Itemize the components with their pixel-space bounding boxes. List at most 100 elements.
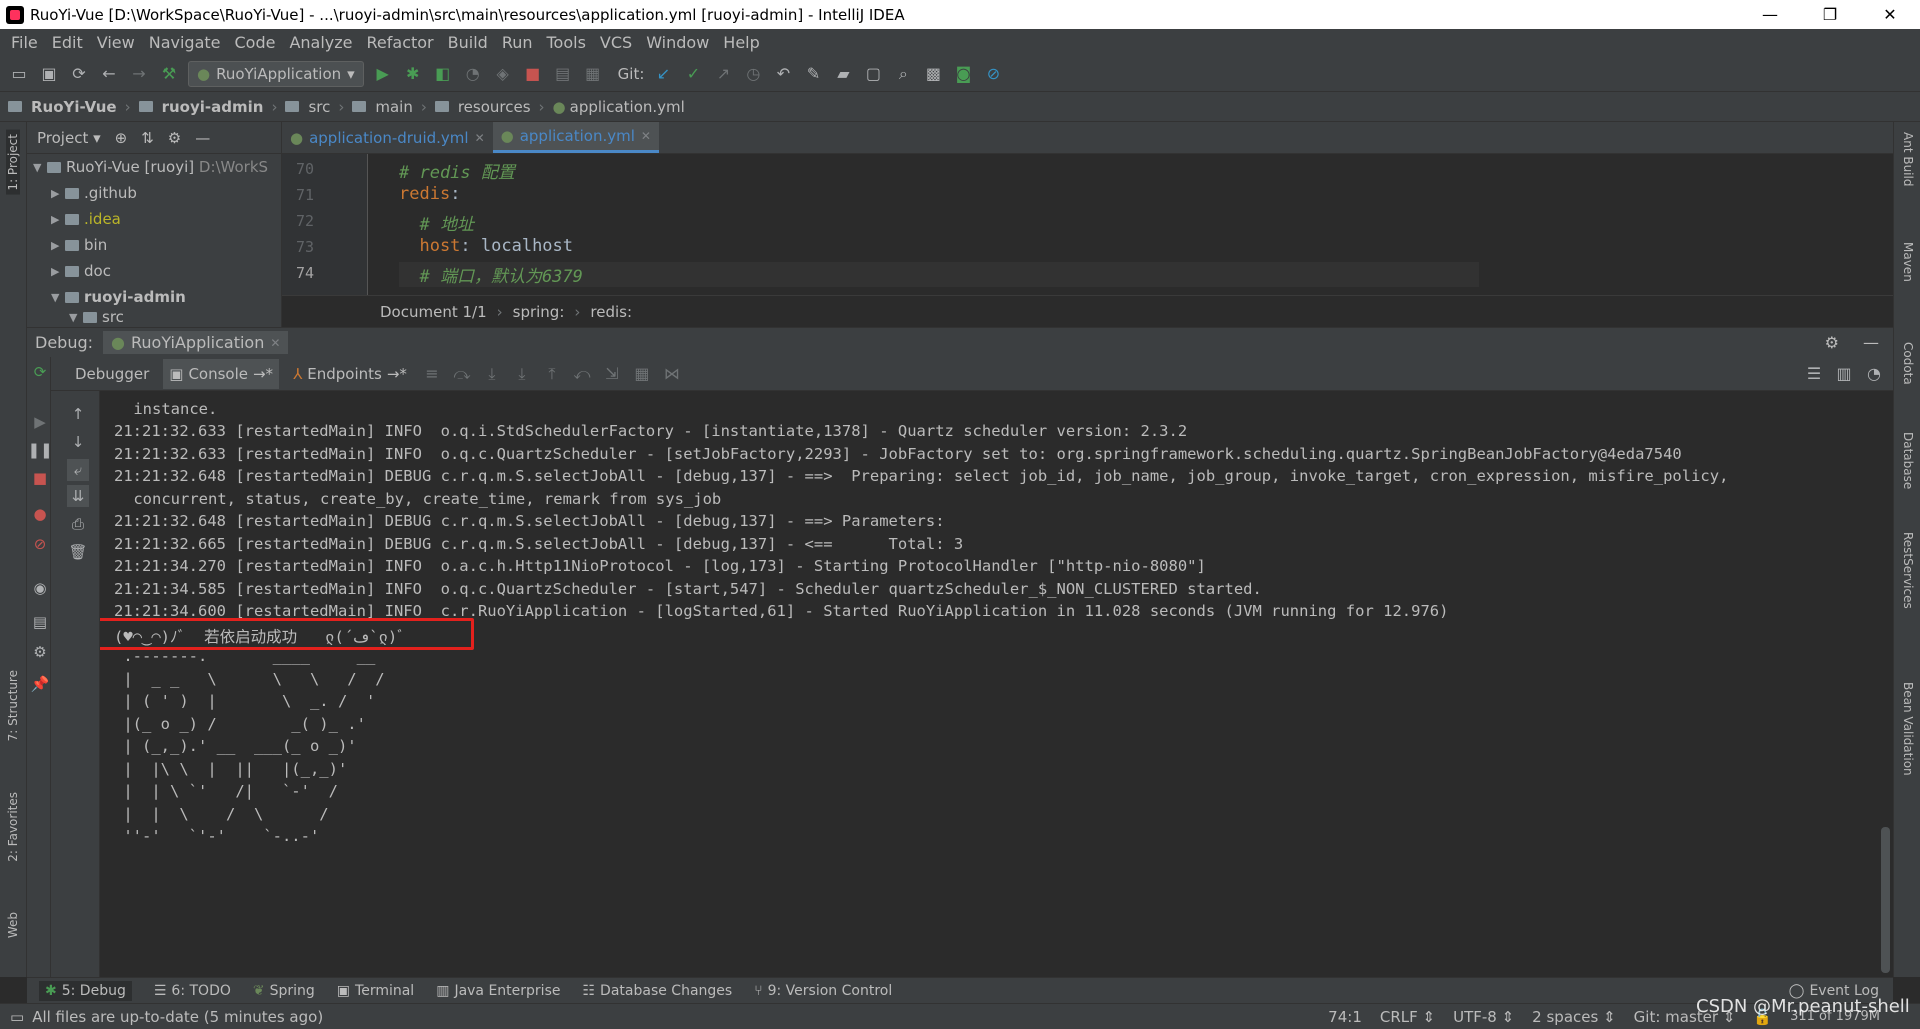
tool-tab-codota[interactable]: Codota xyxy=(1901,342,1915,385)
restore-button[interactable]: ❐ xyxy=(1800,0,1860,29)
crumb-redis[interactable]: redis: xyxy=(590,303,632,321)
indent-setting[interactable]: 2 spaces ⇕ xyxy=(1532,1008,1615,1026)
minimize-button[interactable]: — xyxy=(1740,0,1800,29)
run-configuration-select[interactable]: ● RuoYiApplication ▾ xyxy=(188,60,364,87)
file-encoding[interactable]: UTF-8 ⇕ xyxy=(1453,1008,1514,1026)
breadcrumb-file[interactable]: application.yml xyxy=(570,98,685,116)
close-tab-icon[interactable]: ✕ xyxy=(641,129,651,143)
scrollbar-thumb[interactable] xyxy=(1881,827,1890,973)
forward-icon[interactable]: → xyxy=(128,63,150,85)
debug-icon[interactable]: ✱ xyxy=(402,63,424,85)
stop-icon[interactable]: ■ xyxy=(522,63,544,85)
soft-wrap-icon[interactable]: ⤶ xyxy=(67,459,89,481)
status-message[interactable]: All files are up-to-date (5 minutes ago) xyxy=(32,1008,323,1026)
editor-tab-application-druid[interactable]: ● application-druid.yml ✕ xyxy=(282,122,493,153)
terminal-window-icon[interactable]: ▢ xyxy=(862,63,884,85)
editor-tab-application[interactable]: ● application.yml ✕ xyxy=(492,122,659,153)
back-icon[interactable]: ← xyxy=(98,63,120,85)
close-button[interactable]: ✕ xyxy=(1860,0,1920,29)
menu-view[interactable]: View xyxy=(90,33,142,52)
frames-icon[interactable]: ≡ xyxy=(421,363,443,385)
tool-tab-database-changes[interactable]: ☷ Database Changes xyxy=(582,983,732,999)
console-output[interactable]: instance. 21:21:32.633 [restartedMain] I… xyxy=(100,391,1878,977)
tool-tab-bean-validation[interactable]: Bean Validation xyxy=(1901,682,1915,776)
breadcrumb-main[interactable]: main xyxy=(375,98,412,116)
stop-icon[interactable]: ■ xyxy=(29,467,51,489)
chevron-right-icon[interactable]: ▶ xyxy=(51,187,65,200)
open-folder-icon[interactable]: ▭ xyxy=(8,63,30,85)
crumb-spring[interactable]: spring: xyxy=(513,303,565,321)
build-hammer-icon[interactable]: ⚒ xyxy=(158,63,180,85)
attach-icon[interactable]: ◈ xyxy=(492,63,514,85)
scroll-down-icon[interactable]: ↓ xyxy=(67,431,89,453)
tool-tab-database[interactable]: Database xyxy=(1901,432,1915,489)
step-into-icon[interactable]: ⤓ xyxy=(481,363,503,385)
project-panel-title[interactable]: Project ▾ xyxy=(37,129,101,147)
run-icon[interactable]: ▶ xyxy=(372,63,394,85)
tool-tab-todo[interactable]: ☰ 6: TODO xyxy=(154,983,231,999)
task-icon[interactable]: ▩ xyxy=(922,63,944,85)
scroll-up-icon[interactable]: ↑ xyxy=(67,403,89,425)
chevron-right-icon[interactable]: ▶ xyxy=(51,213,65,226)
trace-icon[interactable]: ⋈ xyxy=(661,363,683,385)
tree-item-idea[interactable]: ▶ .idea xyxy=(27,206,281,232)
settings-wrench-icon[interactable]: ✎ xyxy=(802,63,824,85)
rerun-icon[interactable]: ⟳ xyxy=(29,361,51,383)
pause-icon[interactable]: ❚❚ xyxy=(27,439,52,461)
line-separator[interactable]: CRLF ⇕ xyxy=(1380,1008,1435,1026)
breadcrumb-module[interactable]: ruoyi-admin xyxy=(162,98,264,116)
resume-icon[interactable]: ▶ xyxy=(29,411,51,433)
menu-refactor[interactable]: Refactor xyxy=(360,33,441,52)
menu-navigate[interactable]: Navigate xyxy=(142,33,228,52)
tool-tab-ant-build[interactable]: Ant Build xyxy=(1901,132,1915,186)
code-line-74[interactable]: # 端口，默认为6379 xyxy=(399,262,1479,287)
menu-analyze[interactable]: Analyze xyxy=(282,33,359,52)
chevron-down-icon[interactable]: ▼ xyxy=(51,291,65,304)
tool-tab-debug[interactable]: ✱ 5: Debug xyxy=(39,980,132,1001)
step-over-icon[interactable]: ⤼ xyxy=(451,363,473,385)
view-breakpoints-icon[interactable]: ● xyxy=(29,503,51,525)
project-structure-folder-icon[interactable]: ▰ xyxy=(832,63,854,85)
tree-item-root[interactable]: ▼ RuoYi-Vue [ruoyi] D:\WorkS xyxy=(27,154,281,180)
pin-icon[interactable]: 📌 xyxy=(29,673,51,695)
menu-edit[interactable]: Edit xyxy=(45,33,90,52)
tab-debugger[interactable]: Debugger xyxy=(69,359,155,389)
menu-window[interactable]: Window xyxy=(639,33,716,52)
status-layout-icon[interactable]: ▭ xyxy=(10,1008,24,1026)
code-line-73[interactable]: host: localhost xyxy=(399,236,573,256)
hide-icon[interactable]: — xyxy=(195,129,210,147)
chevron-right-icon[interactable]: ▶ xyxy=(51,239,65,252)
git-commit-icon[interactable]: ✓ xyxy=(682,63,704,85)
evaluate-icon[interactable]: ▦ xyxy=(631,363,653,385)
tree-item-doc[interactable]: ▶ doc xyxy=(27,258,281,284)
settings-gear-icon[interactable]: ⚙ xyxy=(29,641,51,663)
drop-frame-icon[interactable]: ⤺ xyxy=(571,363,593,385)
close-tab-icon[interactable]: ✕ xyxy=(475,131,485,145)
tool-tab-version-control[interactable]: ⑂ 9: Version Control xyxy=(754,983,892,999)
gauge-icon[interactable]: ◔ xyxy=(1863,363,1885,385)
power-save-icon[interactable]: ⊘ xyxy=(982,63,1004,85)
menu-file[interactable]: File xyxy=(4,33,45,52)
history-icon[interactable]: ◷ xyxy=(742,63,764,85)
gear-icon[interactable]: ⚙ xyxy=(168,129,181,147)
code-line-72[interactable]: # 地址 xyxy=(399,210,473,235)
layout-icon[interactable]: ▤ xyxy=(552,63,574,85)
tool-tab-favorites[interactable]: 2: Favorites xyxy=(6,792,20,862)
code-line-70[interactable]: # redis 配置 xyxy=(399,158,515,183)
breadcrumb-project[interactable]: RuoYi-Vue xyxy=(31,98,117,116)
chevron-down-icon[interactable]: ▼ xyxy=(69,311,83,324)
project-structure-icon[interactable]: ▦ xyxy=(582,63,604,85)
tab-console[interactable]: ▣ Console →* xyxy=(163,358,280,389)
restore-layout-icon[interactable]: ▤ xyxy=(29,611,51,633)
scroll-to-end-icon[interactable]: ⇊ xyxy=(67,485,89,507)
mute-breakpoints-icon[interactable]: ⊘ xyxy=(29,533,51,555)
tree-item-src[interactable]: ▼ src xyxy=(27,310,281,324)
step-out-icon[interactable]: ⤒ xyxy=(541,363,563,385)
tree-item-github[interactable]: ▶ .github xyxy=(27,180,281,206)
run-to-cursor-icon[interactable]: ⇲ xyxy=(601,363,623,385)
chevron-right-icon[interactable]: ▶ xyxy=(51,265,65,278)
tool-tab-terminal[interactable]: ▣ Terminal xyxy=(337,983,414,999)
list-icon[interactable]: ☰ xyxy=(1803,363,1825,385)
code-line-71[interactable]: redis: xyxy=(399,184,460,204)
save-all-icon[interactable]: ▣ xyxy=(38,63,60,85)
